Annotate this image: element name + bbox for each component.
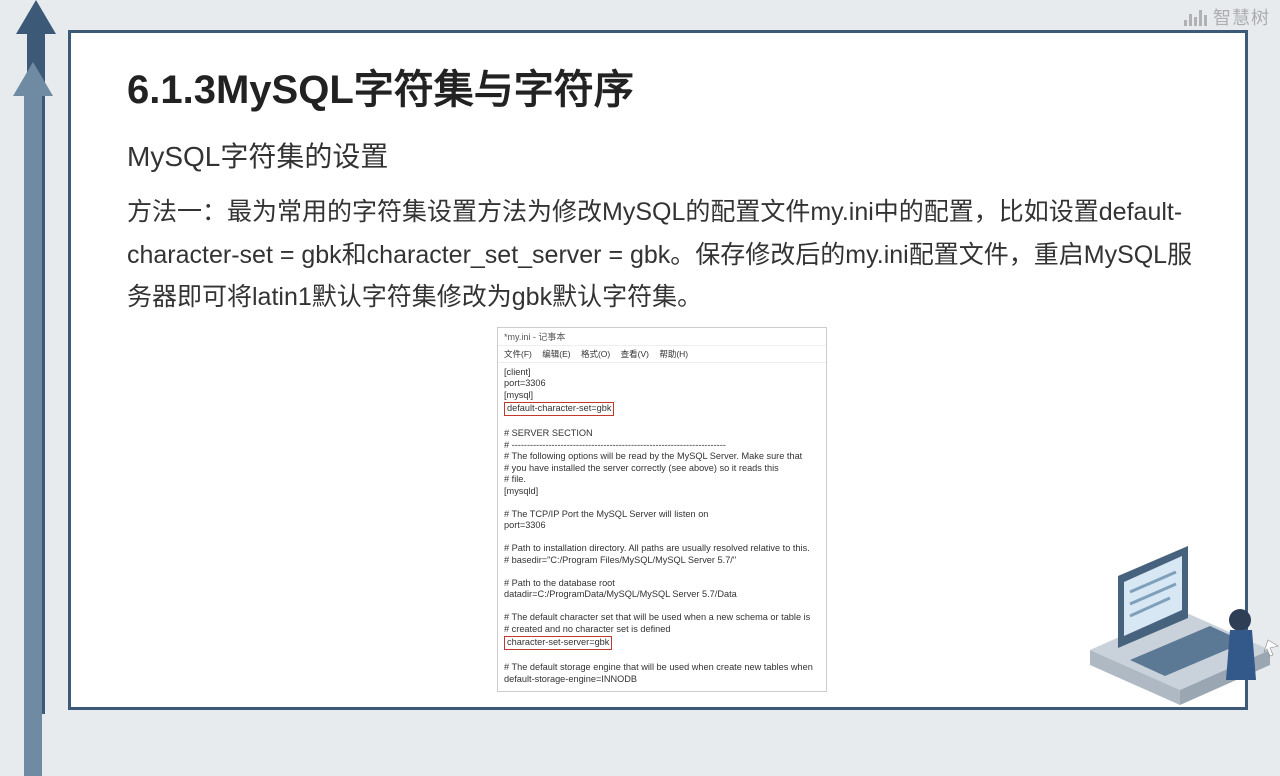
notepad-line: port=3306 <box>504 378 820 390</box>
notepad-line: # The following options will be read by … <box>504 451 820 463</box>
left-arrow-decoration <box>10 0 62 720</box>
notepad-line: [mysqld] <box>504 486 820 498</box>
notepad-line <box>504 532 820 544</box>
notepad-menu-item: 查看(V) <box>621 349 649 359</box>
notepad-screenshot: *my.ini - 记事本 文件(F) 编辑(E) 格式(O) 查看(V) 帮助… <box>497 327 827 693</box>
notepad-line: # basedir="C:/Program Files/MySQL/MySQL … <box>504 555 820 567</box>
notepad-line <box>504 497 820 509</box>
watermark: 智慧树 <box>1184 4 1270 30</box>
notepad-line: default-storage-engine=INNODB <box>504 674 820 686</box>
slide-title: 6.1.3MySQL字符集与字符序 <box>127 57 1197 115</box>
highlighted-line: default-character-set=gbk <box>504 402 614 416</box>
notepad-line: [mysql] <box>504 390 820 402</box>
highlighted-line: character-set-server=gbk <box>504 636 612 650</box>
notepad-line: # The default character set that will be… <box>504 612 820 624</box>
slide-subtitle: MySQL字符集的设置 <box>127 135 1197 175</box>
notepad-line: datadir=C:/ProgramData/MySQL/MySQL Serve… <box>504 589 820 601</box>
slide-body-text: 方法一：最为常用的字符集设置方法为修改MySQL的配置文件my.ini中的配置，… <box>127 191 1197 319</box>
notepad-menu-bar: 文件(F) 编辑(E) 格式(O) 查看(V) 帮助(H) <box>498 346 826 363</box>
notepad-line: # Path to the database root <box>504 578 820 590</box>
notepad-line: # Path to installation directory. All pa… <box>504 543 820 555</box>
notepad-line: # --------------------------------------… <box>504 440 820 452</box>
notepad-menu-item: 帮助(H) <box>659 349 688 359</box>
watermark-text: 智慧树 <box>1213 4 1270 30</box>
arrow-up-icon <box>13 62 53 96</box>
notepad-line: # created and no character set is define… <box>504 624 820 636</box>
watermark-bars-icon <box>1184 8 1207 26</box>
notepad-menu-item: 文件(F) <box>504 349 532 359</box>
notepad-line <box>504 601 820 613</box>
notepad-line <box>504 566 820 578</box>
notepad-line: # file. <box>504 474 820 486</box>
notepad-line: # SERVER SECTION <box>504 428 820 440</box>
notepad-menu-item: 编辑(E) <box>542 349 570 359</box>
notepad-line: [client] <box>504 367 820 379</box>
notepad-line <box>504 651 820 663</box>
arrow-up-icon <box>16 0 56 34</box>
notepad-line <box>504 417 820 429</box>
notepad-line: # you have installed the server correctl… <box>504 463 820 475</box>
notepad-menu-item: 格式(O) <box>581 349 610 359</box>
notepad-line: # The default storage engine that will b… <box>504 662 820 674</box>
notepad-window-title: *my.ini - 记事本 <box>498 328 826 346</box>
notepad-body: [client]port=3306[mysql] default-charact… <box>498 363 826 692</box>
notepad-line: port=3306 <box>504 520 820 532</box>
slide-card: 6.1.3MySQL字符集与字符序 MySQL字符集的设置 方法一：最为常用的字… <box>68 30 1248 710</box>
notepad-line: # The TCP/IP Port the MySQL Server will … <box>504 509 820 521</box>
